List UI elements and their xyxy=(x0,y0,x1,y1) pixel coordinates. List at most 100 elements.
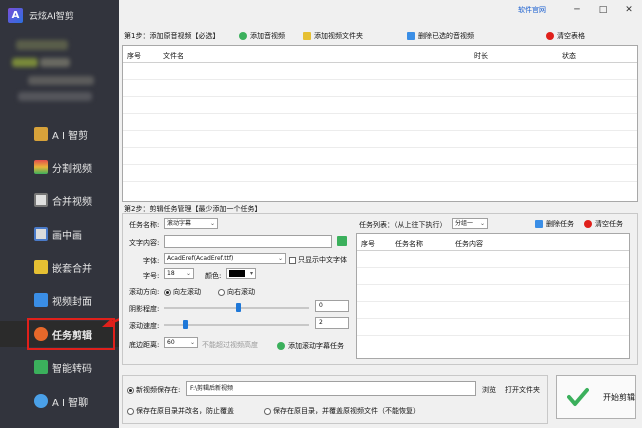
divider xyxy=(357,250,629,251)
scroll-direction-label: 滚动方向: xyxy=(129,288,160,296)
task-list-label: 任务列表：（从上往下执行） xyxy=(359,221,447,229)
radio-dot xyxy=(127,407,134,415)
video-cover-icon xyxy=(34,293,48,307)
select-value: 分组一 xyxy=(455,220,474,227)
sidebar-item-label: 视频封面 xyxy=(52,296,92,308)
radio-dot xyxy=(127,386,134,394)
text-content-input[interactable] xyxy=(164,235,332,248)
app-logo-icon: A xyxy=(8,7,23,23)
maximize-button[interactable]: □ xyxy=(590,5,616,15)
color-picker[interactable]: ▾ xyxy=(226,268,256,279)
shadow-value-input[interactable]: 0 xyxy=(315,300,349,312)
sidebar-item-transcode[interactable]: 智能转码 xyxy=(0,354,119,380)
ai-clip-icon xyxy=(34,127,48,141)
radio-label: 保存在原目录，并覆盖原视频文件（不能恢复） xyxy=(273,407,420,415)
font-select[interactable]: AcadEref(AcadEref.ttf) ⌄ xyxy=(164,253,286,264)
save-overwrite-radio[interactable]: 保存在原目录，并覆盖原视频文件（不能恢复） xyxy=(264,406,420,416)
app-header: A 云炫AI智剪 xyxy=(0,0,119,30)
app-title: 云炫AI智剪 xyxy=(29,11,74,22)
divider xyxy=(123,62,637,63)
chevron-down-icon: ⌄ xyxy=(479,220,485,227)
divider xyxy=(123,96,637,97)
task-name-label: 任务名称: xyxy=(129,221,160,229)
blurred-user-info xyxy=(16,40,68,50)
blurred-user-info xyxy=(40,58,70,67)
font-label: 字体: xyxy=(143,257,160,265)
chinese-only-checkbox[interactable]: 只显示中文字体 xyxy=(289,255,347,265)
sidebar-item-label: 合并视频 xyxy=(52,196,92,208)
sidebar-item-label: 分割视频 xyxy=(52,163,92,175)
color-label: 颜色: xyxy=(205,272,222,280)
radio-label: 新视频保存在: xyxy=(136,386,181,394)
sidebar-item-merge-video[interactable]: 合并视频 xyxy=(0,187,119,213)
column-header-filename: 文件名 xyxy=(163,52,184,60)
shadow-slider-thumb[interactable] xyxy=(236,303,241,312)
checkbox-label: 只显示中文字体 xyxy=(298,256,347,264)
group-select[interactable]: 分组一 ⌄ xyxy=(452,218,488,229)
bottom-distance-label: 底边距离: xyxy=(129,341,160,349)
step1-label: 第1步：添加原音视频【必选】 xyxy=(124,32,220,40)
add-scroll-task-button[interactable]: 添加滚动字幕任务 xyxy=(277,341,344,351)
radio-dot xyxy=(218,288,225,296)
text-edit-icon[interactable] xyxy=(337,236,347,246)
button-label: 删除任务 xyxy=(546,220,574,228)
clear-tasks-button[interactable]: 清空任务 xyxy=(584,219,623,229)
speed-slider-thumb[interactable] xyxy=(183,320,188,329)
close-button[interactable]: ✕ xyxy=(616,5,642,15)
sidebar-item-label: A I 智剪 xyxy=(52,130,89,142)
sidebar-item-nest-merge[interactable]: 嵌套合并 xyxy=(0,254,119,280)
split-video-icon xyxy=(34,160,48,174)
speed-value-input[interactable]: 2 xyxy=(315,317,349,329)
divider xyxy=(357,267,629,268)
save-path-input[interactable]: F:\剪辑后新视频 xyxy=(186,381,476,396)
task-list-table[interactable]: 序号 任务名称 任务内容 xyxy=(356,233,630,359)
sidebar-item-label: 嵌套合并 xyxy=(52,263,92,275)
website-link[interactable]: 软件官网 xyxy=(518,5,546,15)
radio-dot xyxy=(164,288,171,296)
column-header-task-content: 任务内容 xyxy=(455,240,483,248)
delete-task-button[interactable]: 删除任务 xyxy=(535,219,574,229)
minimize-button[interactable]: ─ xyxy=(564,5,590,15)
browse-button[interactable]: 浏览 xyxy=(482,385,496,395)
sidebar-item-pip[interactable]: 画中画 xyxy=(0,221,119,247)
button-label: 清空表格 xyxy=(557,32,585,40)
radio-label: 向右滚动 xyxy=(227,288,255,296)
nest-merge-icon xyxy=(34,260,48,274)
start-clip-button[interactable]: 开始剪辑 xyxy=(556,375,636,419)
main-panel: 软件官网 ─ □ ✕ 第1步：添加原音视频【必选】 添加音视频 添加视频文件夹 … xyxy=(119,0,642,428)
add-folder-button[interactable]: 添加视频文件夹 xyxy=(303,31,363,41)
clear-icon xyxy=(546,32,554,40)
scroll-right-radio[interactable]: 向右滚动 xyxy=(218,287,255,297)
open-folder-button[interactable]: 打开文件夹 xyxy=(505,385,540,395)
clear-table-button[interactable]: 清空表格 xyxy=(546,31,585,41)
radio-label: 保存在原目录并改名，防止覆盖 xyxy=(136,407,234,415)
plus-icon xyxy=(239,32,247,40)
chevron-down-icon: ⌄ xyxy=(209,220,215,227)
video-file-table[interactable]: 序号 文件名 时长 状态 xyxy=(122,45,638,202)
sidebar-item-ai-clip[interactable]: A I 智剪 xyxy=(0,121,119,147)
checkmark-icon xyxy=(567,388,589,406)
sidebar-item-label: 智能转码 xyxy=(52,363,92,375)
chevron-down-icon: ⌄ xyxy=(189,339,195,346)
button-label: 添加滚动字幕任务 xyxy=(288,342,344,350)
chevron-down-icon: ▾ xyxy=(249,270,253,277)
sidebar-item-label: A I 智聊 xyxy=(52,397,89,409)
new-video-save-radio[interactable]: 新视频保存在: xyxy=(127,385,180,395)
save-rename-radio[interactable]: 保存在原目录并改名，防止覆盖 xyxy=(127,406,234,416)
delete-selected-button[interactable]: 删除已选的音视频 xyxy=(407,31,474,41)
size-label: 字号: xyxy=(143,272,160,280)
chevron-down-icon: ⌄ xyxy=(277,255,283,262)
add-video-button[interactable]: 添加音视频 xyxy=(239,31,285,41)
divider xyxy=(123,79,637,80)
task-name-select[interactable]: 滚动字幕 ⌄ xyxy=(164,218,218,229)
sidebar-item-ai-chat[interactable]: A I 智聊 xyxy=(0,388,119,414)
delete-icon xyxy=(535,220,543,228)
bottom-distance-select[interactable]: 60 ⌄ xyxy=(164,337,198,348)
plus-icon xyxy=(277,342,285,350)
blurred-user-info xyxy=(18,92,92,101)
size-select[interactable]: 18 ⌄ xyxy=(164,268,194,279)
button-label: 清空任务 xyxy=(595,220,623,228)
divider xyxy=(123,113,637,114)
scroll-left-radio[interactable]: 向左滚动 xyxy=(164,287,201,297)
sidebar-item-split-video[interactable]: 分割视频 xyxy=(0,154,119,180)
